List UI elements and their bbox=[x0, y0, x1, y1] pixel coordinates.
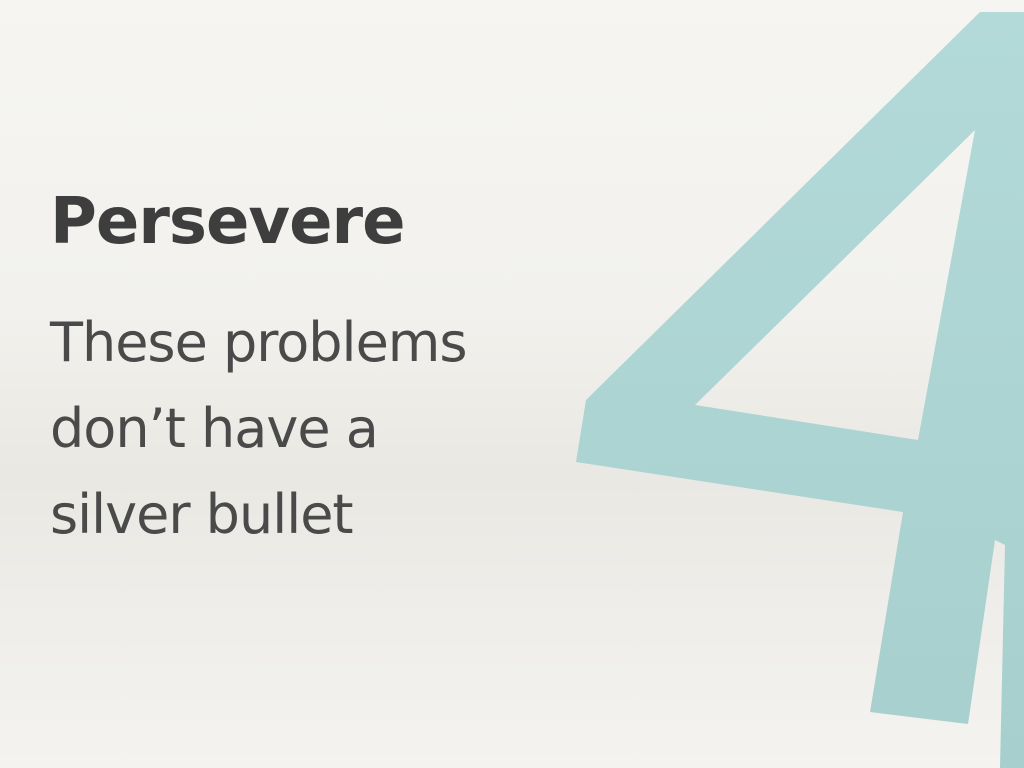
slide-title: Persevere bbox=[50, 185, 405, 259]
slide: Persevere These problems don’t have a si… bbox=[0, 0, 1024, 768]
slide-body: These problems don’t have a silver bulle… bbox=[50, 300, 570, 558]
body-line-3: silver bullet bbox=[50, 483, 354, 546]
body-line-2: don’t have a bbox=[50, 397, 379, 460]
body-line-1: These problems bbox=[50, 311, 468, 374]
numeral-four-shape bbox=[576, 12, 1024, 768]
